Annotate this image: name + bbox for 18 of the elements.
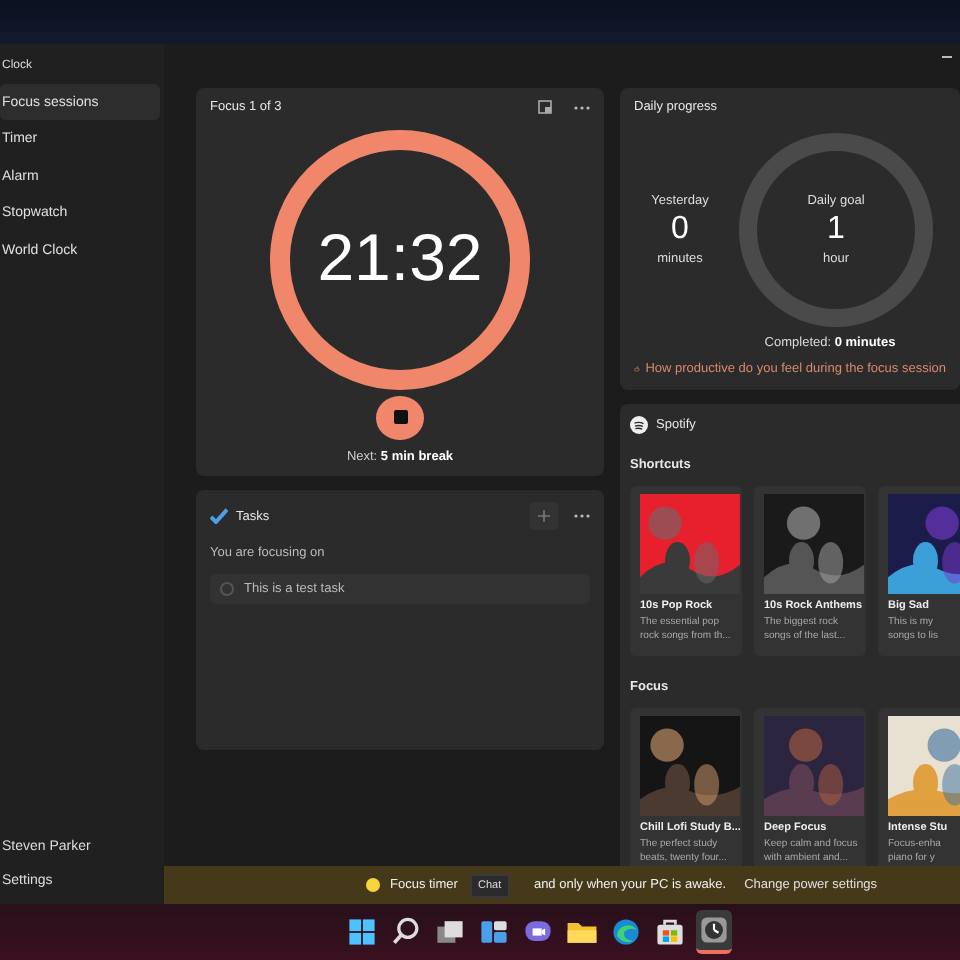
yesterday-value: 0 — [671, 212, 689, 248]
start-icon — [343, 914, 379, 950]
search-icon — [387, 914, 423, 950]
clock-taskbar-button[interactable] — [695, 910, 731, 954]
stop-button[interactable] — [376, 395, 424, 440]
goal-value: 1 — [827, 212, 845, 248]
checkmark-icon — [210, 508, 228, 524]
mini-view-icon[interactable] — [538, 100, 552, 114]
warning-icon — [366, 878, 380, 892]
feedback-icon — [634, 362, 640, 376]
timer-time: 21:32 — [315, 220, 485, 296]
task-checkbox[interactable] — [220, 582, 234, 596]
spotify-logo-icon — [630, 416, 648, 434]
edge-icon — [607, 914, 643, 950]
store-icon — [651, 914, 687, 950]
add-task-button[interactable] — [530, 502, 558, 530]
plus-icon — [538, 510, 550, 522]
clock-icon — [695, 912, 731, 948]
